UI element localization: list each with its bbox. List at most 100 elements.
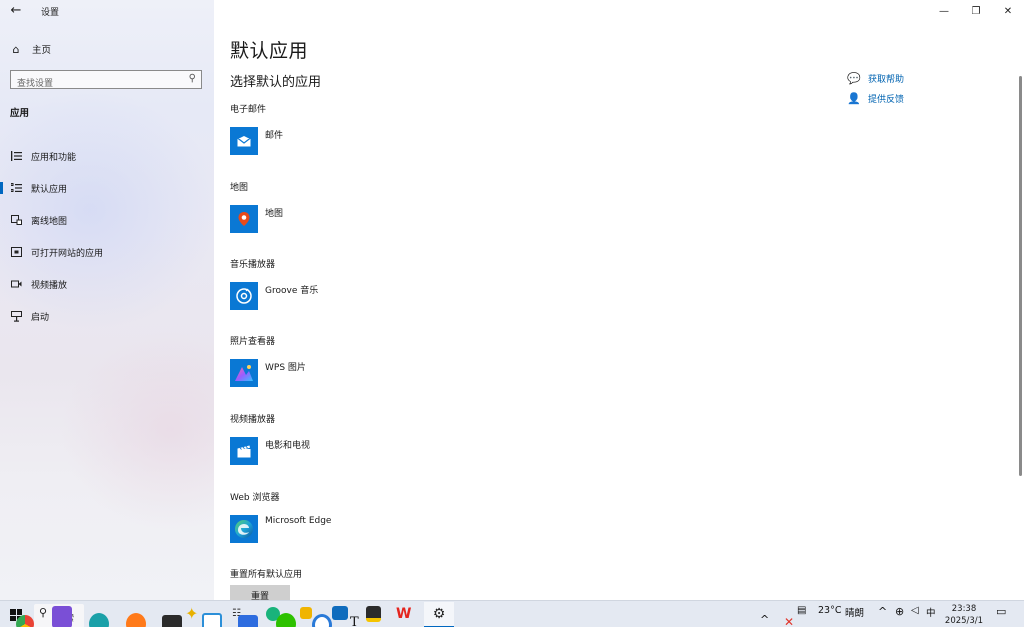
chevron-up-icon[interactable]: ^ [878, 605, 887, 618]
close-icon: ✕ [1003, 5, 1013, 17]
home-label: 主页 [32, 45, 52, 56]
outlook-icon[interactable] [332, 606, 348, 620]
weather-desc[interactable]: 晴朗 [845, 605, 864, 619]
clock-date: 2025/3/1 [944, 616, 984, 626]
copilot-sparkle-icon[interactable]: ✦ [185, 604, 199, 626]
sidebar-item-label: 离线地图 [31, 216, 68, 227]
back-arrow-icon: ← [10, 3, 22, 18]
firefox-icon[interactable] [126, 613, 146, 627]
group-label-maps: 地图 [230, 183, 249, 193]
default-app-video[interactable]: 电影和电视 [230, 437, 310, 465]
news-icon[interactable]: ▤ [797, 605, 806, 616]
home-icon: ⌂ [12, 42, 20, 56]
page-subtitle: 选择默认的应用 [230, 75, 322, 90]
mail-icon [230, 127, 258, 155]
wps-office-icon[interactable]: W [396, 606, 414, 623]
vertical-scrollbar[interactable] [1019, 76, 1022, 476]
default-apps-icon [10, 182, 22, 194]
page-title: 默认应用 [230, 40, 309, 62]
sidebar-item-label: 可打开网站的应用 [31, 248, 104, 259]
restore-button[interactable]: ❐ [960, 2, 992, 20]
chat-help-icon: 💬 [847, 71, 861, 85]
store-icon[interactable] [202, 613, 222, 627]
startup-icon [10, 310, 22, 322]
ime-indicator[interactable]: 中 [926, 605, 936, 619]
groove-music-icon [230, 282, 258, 310]
feedback-icon: 👤 [847, 91, 861, 105]
search-input[interactable] [11, 75, 179, 93]
terminal-icon[interactable] [162, 615, 182, 627]
volume-icon[interactable]: ◁ [911, 605, 919, 616]
system-clock[interactable]: 23:38 2025/3/1 [944, 603, 984, 627]
title-bar: ← 设置 [0, 0, 214, 22]
restore-icon: ❐ [971, 5, 981, 17]
globe-icon[interactable]: ⊕ [895, 605, 904, 618]
window-controls: — ❐ ✕ [928, 2, 1024, 20]
settings-app-icon[interactable] [312, 614, 332, 627]
home-nav-item[interactable]: ⌂ 主页 [10, 42, 52, 57]
sidebar-item-startup[interactable]: 启动 [0, 300, 214, 332]
sidebar-item-web-apps[interactable]: 可打开网站的应用 [0, 236, 214, 268]
sticky-notes-icon[interactable] [366, 606, 381, 622]
text-editor-icon[interactable]: T [350, 615, 364, 627]
taskbar-settings-active[interactable]: ⚙ [424, 602, 454, 627]
sidebar-item-video-playback[interactable]: 视频播放 [0, 268, 214, 300]
chrome-icon[interactable] [16, 615, 34, 627]
folder-icon[interactable] [300, 607, 312, 619]
get-help-link[interactable]: 💬 获取帮助 [847, 68, 904, 88]
back-button[interactable]: ← [8, 3, 24, 19]
app-icon-teal[interactable] [89, 613, 109, 627]
sidebar-item-default-apps[interactable]: 默认应用 [0, 172, 214, 204]
default-app-photos[interactable]: WPS 图片 [230, 359, 306, 387]
app-name: Microsoft Edge [265, 516, 332, 526]
app-name: WPS 图片 [265, 363, 306, 373]
tray-overflow-icon[interactable]: ^ [760, 613, 769, 626]
section-heading: 应用 [10, 108, 30, 119]
default-app-maps[interactable]: 地图 [230, 205, 283, 233]
sidebar-item-label: 视频播放 [31, 280, 68, 291]
app-name: 地图 [265, 209, 284, 219]
notification-icon[interactable]: ▭ [996, 605, 1006, 618]
tray-app-icon[interactable]: ✕ [784, 615, 798, 627]
group-label-music: 音乐播放器 [230, 260, 276, 270]
feedback-label: 提供反馈 [868, 94, 905, 105]
minimize-button[interactable]: — [928, 2, 960, 20]
group-label-photos: 照片查看器 [230, 337, 276, 347]
reset-label: 重置所有默认应用 [230, 570, 303, 580]
default-app-music[interactable]: Groove 音乐 [230, 282, 318, 310]
remote-desktop-icon[interactable] [238, 615, 258, 627]
feedback-link[interactable]: 👤 提供反馈 [847, 88, 904, 108]
settings-sidebar: ← 设置 ⌂ 主页 ⚲ 应用 应用和功能 默认应用 离线地图 [0, 0, 214, 600]
list-icon [10, 150, 22, 162]
app-name: 电影和电视 [265, 441, 311, 451]
map-icon [10, 214, 22, 226]
app-title: 设置 [41, 8, 60, 18]
help-links: 💬 获取帮助 👤 提供反馈 [847, 68, 904, 108]
sidebar-item-label: 应用和功能 [31, 152, 77, 163]
group-label-browser: Web 浏览器 [230, 493, 280, 503]
sidebar-item-label: 启动 [31, 312, 50, 323]
edge-icon [230, 515, 258, 543]
group-label-email: 电子邮件 [230, 105, 267, 115]
minimize-icon: — [939, 5, 949, 17]
wechat-icon[interactable] [276, 613, 296, 627]
taskbar: ⚲ 搜索 ✦ ☷ T W ⚙ ^ ✕ ▤ 23°C 晴朗 ^ ⊕ ◁ 中 23:… [0, 600, 1024, 627]
sidebar-item-offline-maps[interactable]: 离线地图 [0, 204, 214, 236]
movies-tv-icon [230, 437, 258, 465]
settings-search-box[interactable]: ⚲ [10, 70, 202, 93]
app-icon-purple[interactable] [52, 606, 72, 627]
weather-temp[interactable]: 23°C [818, 605, 841, 616]
main-content: — ❐ ✕ 默认应用 选择默认的应用 电子邮件 邮件 地图 地图 音乐播放器 G… [214, 0, 1024, 605]
sidebar-item-apps-features[interactable]: 应用和功能 [0, 140, 214, 172]
group-label-video: 视频播放器 [230, 415, 276, 425]
app-name: Groove 音乐 [265, 286, 319, 296]
gear-icon: ⚙ [432, 606, 446, 622]
sidebar-nav: 应用和功能 默认应用 离线地图 可打开网站的应用 视频播放 启动 [0, 140, 214, 332]
close-button[interactable]: ✕ [992, 2, 1024, 20]
default-app-email[interactable]: 邮件 [230, 127, 283, 155]
maps-icon [230, 205, 258, 233]
default-app-browser[interactable]: Microsoft Edge [230, 515, 331, 543]
search-icon[interactable]: ⚲ [189, 73, 196, 84]
sidebar-item-label: 默认应用 [31, 184, 68, 195]
video-icon [10, 278, 22, 290]
